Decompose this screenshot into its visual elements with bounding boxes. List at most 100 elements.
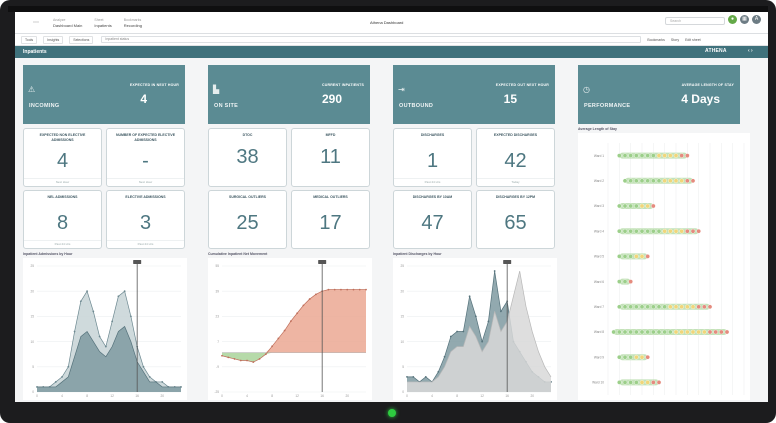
toolbar: Tools Insights Selections Inpatient stat… — [15, 34, 768, 46]
data-point — [283, 329, 286, 332]
patient-dot — [617, 304, 622, 310]
kpi-value: 15 — [503, 92, 517, 106]
data-point — [412, 375, 415, 378]
story-button[interactable]: Story — [671, 38, 679, 42]
x-tick-label: 20 — [160, 394, 164, 398]
ward-label: Ward 2 — [594, 179, 604, 183]
patient-dot — [651, 228, 656, 234]
data-point — [221, 354, 223, 357]
search-input[interactable]: Search — [665, 17, 725, 25]
data-point — [406, 375, 408, 378]
grid-menu-icon[interactable]: ▦ — [740, 15, 749, 24]
stat-card-discharges[interactable]: DISCHARGES 1 Past 24 Hrs — [393, 128, 472, 187]
patient-dot — [634, 203, 639, 209]
dashboard-screen: ⋯ Analyze Dashboard Main Sheet Inpatient… — [15, 12, 768, 402]
patient-dot — [622, 228, 628, 234]
net-movement-chart[interactable]: -25 -9 7 23 39 55 0 4 8 12 16 20 — [208, 258, 372, 400]
y-tick-label: 0 — [402, 390, 404, 394]
breadcrumb-value: Inpatients — [94, 22, 112, 28]
kpi-caption: CURRENT INPATIENTS — [322, 83, 364, 87]
stat-subtitle: Past 24 Hrs — [394, 178, 471, 184]
y-tick-label: 5 — [32, 365, 34, 369]
data-point — [258, 358, 261, 360]
breadcrumb-bookmarks[interactable]: Bookmarks Recording — [124, 18, 142, 28]
stat-card-discharges-10am[interactable]: DISCHARGES BY 10AM 47 — [393, 190, 472, 249]
toolbar-tools-button[interactable]: Tools — [21, 35, 38, 44]
stat-card-expected-nel[interactable]: EXPECTED NON ELECTIVE ADMISSIONS 4 Next … — [23, 128, 102, 187]
stat-subtitle: Next Hour — [24, 178, 101, 184]
data-point — [123, 290, 126, 293]
patient-dot — [628, 304, 633, 310]
discharges-by-hour-chart[interactable]: 0 5 10 15 20 25 0 4 8 12 16 20 — [393, 258, 557, 400]
stat-card-nel-admissions[interactable]: NEL ADMISSIONS 8 Past 24 Hrs — [23, 190, 102, 249]
sheet-nav-arrows[interactable]: ‹ › — [748, 48, 753, 54]
power-led — [388, 409, 396, 417]
data-point — [117, 295, 120, 298]
data-point — [277, 337, 280, 340]
stat-card-surgical-outliers[interactable]: SURGICAL OUTLIERS 25 — [208, 190, 287, 249]
breadcrumb-value: Recording — [123, 22, 142, 28]
kpi-performance[interactable]: ◷ AVERAGE LENGTH OF STAY 4 Days PERFORMA… — [578, 65, 740, 124]
data-point — [142, 365, 145, 368]
y-tick-label: 23 — [215, 315, 219, 319]
patient-dot — [639, 304, 645, 310]
x-tick-label: 4 — [246, 394, 248, 398]
bookmarks-button[interactable]: Bookmarks — [647, 38, 665, 42]
avatar[interactable]: A — [752, 15, 761, 24]
patient-dot — [611, 329, 616, 335]
data-point — [315, 293, 317, 296]
patient-dot — [634, 329, 639, 335]
chart-title-net-movement: Cumulative Inpatient Net Movement — [208, 252, 268, 256]
patient-dot — [696, 304, 701, 310]
stat-card-expected-elective[interactable]: NUMBER OF EXPECTED ELECTIVE ADMISSIONS -… — [106, 128, 185, 187]
toolbar-selections-button[interactable]: Selections — [69, 35, 94, 44]
x-tick-label: 8 — [86, 394, 88, 398]
patient-dot — [639, 203, 645, 209]
stat-card-mffd[interactable]: MFFD 11 — [291, 128, 370, 187]
stat-card-expected-discharges[interactable]: EXPECTED DISCHARGES 42 Today — [476, 128, 555, 187]
patient-dot — [724, 329, 730, 335]
stat-title: ELECTIVE ADMISSIONS — [125, 195, 166, 199]
gauge-icon: ◷ — [583, 85, 590, 94]
data-point — [148, 375, 151, 378]
patient-dot — [651, 304, 656, 310]
stat-title: SURGICAL OUTLIERS — [229, 195, 266, 199]
more-icon[interactable]: ⋯ — [31, 19, 41, 26]
chart-title-los: Average Length of Stay — [578, 127, 617, 131]
breadcrumb-analyze[interactable]: Analyze Dashboard Main — [53, 18, 82, 28]
stat-card-dtoc[interactable]: DTOC 38 — [208, 128, 287, 187]
kpi-on-site[interactable]: ▙ CURRENT INPATIENTS 290 ON SITE — [208, 65, 370, 124]
data-point — [246, 359, 248, 362]
y-tick-label: 25 — [400, 264, 404, 268]
selection-field[interactable]: Inpatient status — [101, 36, 642, 43]
ward-label: Ward 7 — [594, 305, 604, 309]
app-title[interactable]: Athena Dashboard — [370, 20, 403, 25]
stat-card-elective-admissions[interactable]: ELECTIVE ADMISSIONS 3 Past 24 Hrs — [106, 190, 185, 249]
notification-icon[interactable]: ● — [728, 15, 737, 24]
kpi-incoming[interactable]: ⚠ EXPECTED IN NEXT HOUR 4 INCOMING — [23, 65, 185, 124]
toolbar-insights-button[interactable]: Insights — [43, 35, 64, 44]
stat-title: NEL ADMISSIONS — [47, 195, 78, 199]
x-tick-label: 4 — [61, 394, 63, 398]
patient-dot — [628, 228, 633, 234]
breadcrumb-sheet[interactable]: Sheet Inpatients — [94, 18, 111, 28]
patient-dot — [668, 153, 673, 158]
y-tick-label: 5 — [402, 365, 404, 369]
stat-card-discharges-12pm[interactable]: DISCHARGES BY 12PM 65 — [476, 190, 555, 249]
length-of-stay-chart[interactable]: Ward 1 Ward 2 Ward 3 Ward 4 Ward 5 Ward 6 Ward… — [578, 133, 750, 400]
kpi-caption: AVERAGE LENGTH OF STAY — [681, 83, 734, 87]
data-point — [468, 295, 471, 298]
edit-sheet-button[interactable]: Edit sheet — [685, 38, 701, 42]
ward-label: Ward 9 — [594, 355, 604, 359]
athena-logo: ATHENA — [705, 48, 727, 54]
stat-subtitle: Past 24 Hrs — [24, 240, 101, 246]
patient-dot — [645, 329, 650, 335]
admissions-by-hour-chart[interactable]: 0 5 10 15 20 25 0 4 8 12 16 20 — [23, 258, 187, 400]
stat-title: MEDICAL OUTLIERS — [313, 195, 348, 199]
alert-icon: ⚠ — [28, 85, 36, 94]
y-tick-label: 0 — [32, 390, 34, 394]
y-tick-label: 10 — [400, 340, 404, 344]
stat-card-medical-outliers[interactable]: MEDICAL OUTLIERS 17 — [291, 190, 370, 249]
x-tick-label: 4 — [431, 394, 433, 398]
kpi-outbound[interactable]: ⇥ EXPECTED OUT NEXT HOUR 15 OUTBOUND — [393, 65, 555, 124]
